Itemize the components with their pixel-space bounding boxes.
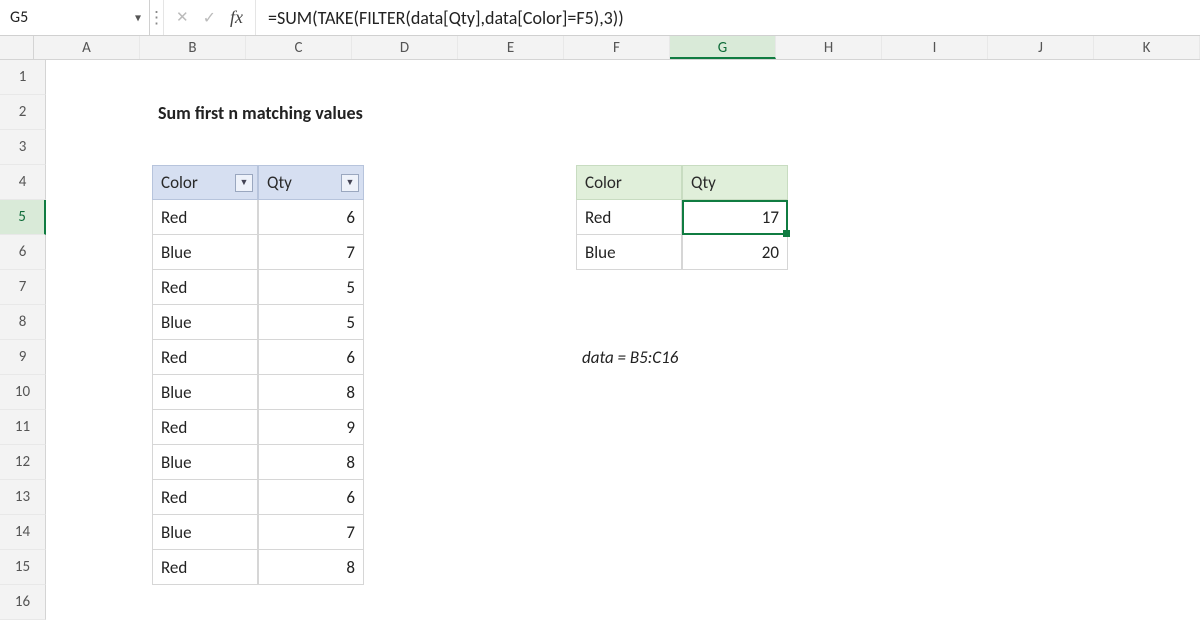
- row-header-4[interactable]: 4: [0, 165, 46, 200]
- column-header-E[interactable]: E: [458, 36, 564, 59]
- table1-cell-qty[interactable]: 5: [258, 305, 364, 340]
- table2-header-color: Color: [576, 165, 682, 200]
- fx-icon[interactable]: fx: [230, 7, 243, 28]
- table1-cell-qty[interactable]: 6: [258, 340, 364, 375]
- dropdown-icon: ▾: [135, 10, 141, 25]
- row-header-11[interactable]: 11: [0, 410, 46, 445]
- table1-cell-color[interactable]: Red: [152, 340, 258, 375]
- table1-cell-qty[interactable]: 8: [258, 375, 364, 410]
- row-header-8[interactable]: 8: [0, 305, 46, 340]
- row-header-12[interactable]: 12: [0, 445, 46, 480]
- formula-bar: G5 ▾ ⋮ ✕ ✓ fx =SUM(TAKE(FILTER(data[Qty]…: [0, 0, 1200, 36]
- column-header-I[interactable]: I: [882, 36, 988, 59]
- table2-cell-color[interactable]: Blue: [576, 235, 682, 270]
- row-header-1[interactable]: 1: [0, 60, 46, 95]
- separator: ⋮: [150, 0, 164, 35]
- name-box-value: G5: [10, 8, 28, 27]
- row-header-7[interactable]: 7: [0, 270, 46, 305]
- table1-cell-qty[interactable]: 6: [258, 480, 364, 515]
- table1-cell-qty[interactable]: 5: [258, 270, 364, 305]
- table1-cell-color[interactable]: Blue: [152, 305, 258, 340]
- name-box[interactable]: G5 ▾: [0, 0, 150, 35]
- row-header-14[interactable]: 14: [0, 515, 46, 550]
- column-header-D[interactable]: D: [352, 36, 458, 59]
- table1-cell-qty[interactable]: 8: [258, 445, 364, 480]
- formula-text: =SUM(TAKE(FILTER(data[Qty],data[Color]=F…: [268, 7, 624, 29]
- column-headers: ABCDEFGHIJK: [0, 36, 1200, 60]
- table2-cell-qty[interactable]: 17: [682, 200, 788, 235]
- table1-header-color[interactable]: Color ▼: [152, 165, 258, 200]
- table2-header-qty: Qty: [682, 165, 788, 200]
- table1-cell-qty[interactable]: 8: [258, 550, 364, 585]
- table1-cell-color[interactable]: Red: [152, 410, 258, 445]
- row-header-6[interactable]: 6: [0, 235, 46, 270]
- table1-cell-color[interactable]: Blue: [152, 235, 258, 270]
- formula-input[interactable]: =SUM(TAKE(FILTER(data[Qty],data[Color]=F…: [256, 0, 1200, 35]
- cancel-icon[interactable]: ✕: [176, 8, 189, 27]
- filter-dropdown-icon[interactable]: ▼: [341, 174, 359, 192]
- table1-cell-color[interactable]: Blue: [152, 445, 258, 480]
- row-headers: 12345678910111213141516: [0, 60, 46, 620]
- table1-cell-color[interactable]: Red: [152, 200, 258, 235]
- table1-cell-color[interactable]: Red: [152, 480, 258, 515]
- row-header-3[interactable]: 3: [0, 130, 46, 165]
- row-header-13[interactable]: 13: [0, 480, 46, 515]
- row-header-9[interactable]: 9: [0, 340, 46, 375]
- spreadsheet-grid[interactable]: ABCDEFGHIJK 12345678910111213141516 Sum …: [0, 36, 1200, 630]
- column-header-J[interactable]: J: [988, 36, 1094, 59]
- row-header-5[interactable]: 5: [0, 200, 46, 235]
- page-title: Sum first n matching values: [152, 95, 472, 130]
- select-all-corner[interactable]: [0, 36, 34, 59]
- column-header-H[interactable]: H: [776, 36, 882, 59]
- column-header-G[interactable]: G: [670, 36, 776, 59]
- table2-cell-color[interactable]: Red: [576, 200, 682, 235]
- column-header-F[interactable]: F: [564, 36, 670, 59]
- named-range-note: data = B5:C16: [576, 340, 796, 375]
- table1-cell-color[interactable]: Red: [152, 550, 258, 585]
- table1-cell-qty[interactable]: 6: [258, 200, 364, 235]
- table1-cell-color[interactable]: Red: [152, 270, 258, 305]
- column-header-B[interactable]: B: [140, 36, 246, 59]
- table1-cell-qty[interactable]: 7: [258, 235, 364, 270]
- row-header-16[interactable]: 16: [0, 585, 46, 620]
- table1-header-qty[interactable]: Qty ▼: [258, 165, 364, 200]
- column-header-C[interactable]: C: [246, 36, 352, 59]
- row-header-15[interactable]: 15: [0, 550, 46, 585]
- enter-icon[interactable]: ✓: [203, 8, 216, 28]
- table1-cell-color[interactable]: Blue: [152, 375, 258, 410]
- table2-cell-qty[interactable]: 20: [682, 235, 788, 270]
- table1-cell-qty[interactable]: 9: [258, 410, 364, 445]
- column-header-A[interactable]: A: [34, 36, 140, 59]
- table1-cell-qty[interactable]: 7: [258, 515, 364, 550]
- column-header-K[interactable]: K: [1094, 36, 1200, 59]
- row-header-10[interactable]: 10: [0, 375, 46, 410]
- filter-dropdown-icon[interactable]: ▼: [235, 174, 253, 192]
- row-header-2[interactable]: 2: [0, 95, 46, 130]
- table1-cell-color[interactable]: Blue: [152, 515, 258, 550]
- formula-bar-buttons: ✕ ✓ fx: [164, 0, 256, 35]
